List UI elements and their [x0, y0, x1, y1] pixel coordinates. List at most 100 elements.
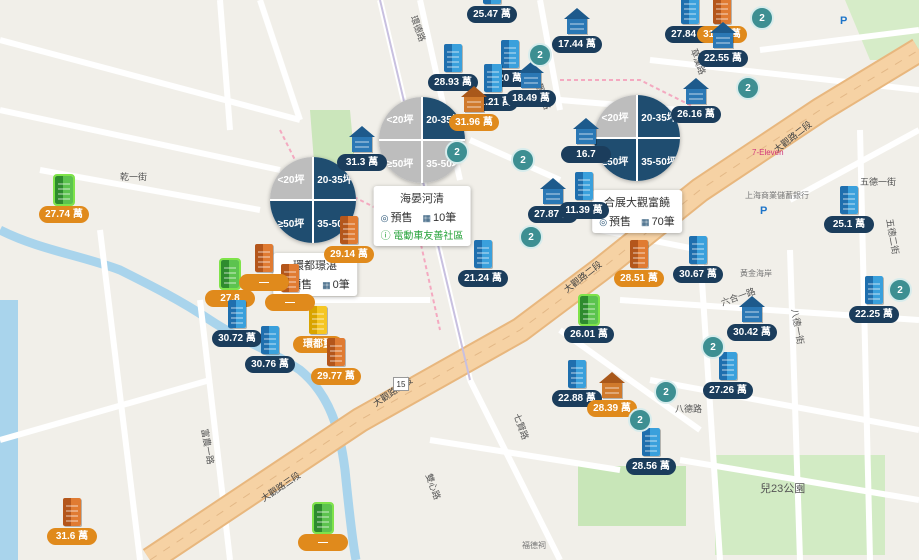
building-icon — [327, 338, 345, 366]
listing-pin[interactable]: 28.39 萬 — [587, 372, 637, 417]
price-label: 21.24 萬 — [458, 270, 508, 287]
cluster-marker[interactable]: 2 — [445, 140, 469, 164]
building-icon — [642, 428, 660, 456]
price-label: 27.26 萬 — [703, 382, 753, 399]
listing-pin[interactable]: 31.6 萬 — [47, 498, 97, 545]
parking-icon-2[interactable]: P — [760, 205, 772, 217]
price-label: 26.01 萬 — [564, 326, 614, 343]
building-icon — [578, 294, 600, 326]
price-label: 26.16 萬 — [671, 106, 721, 123]
project-title: 合展大觀富饒 — [604, 197, 670, 209]
info-icon: ⓘ — [380, 231, 394, 242]
price-label: — — [239, 274, 289, 291]
building-icon — [483, 0, 501, 4]
building-icon — [568, 360, 586, 388]
building-icon — [710, 22, 736, 48]
listing-pin[interactable]: 27.26 萬 — [703, 352, 753, 399]
price-label: 17.44 萬 — [552, 36, 602, 53]
cluster-marker[interactable]: 2 — [701, 335, 725, 359]
building-icon — [573, 118, 599, 144]
cluster-marker[interactable]: 2 — [736, 76, 760, 100]
listing-pin[interactable]: 18.49 萬 — [506, 62, 556, 107]
building-icon — [261, 326, 279, 354]
building-icon — [340, 216, 358, 244]
project-card[interactable]: 海晏河清 ◎ 預售 ▦ 10筆 ⓘ 電動車友善社區 — [373, 186, 471, 246]
cluster-marker[interactable]: 2 — [528, 43, 552, 67]
cluster-marker[interactable]: 2 — [511, 148, 535, 172]
price-label: 29.77 萬 — [311, 368, 361, 385]
listing-pin[interactable]: 11.39 萬 — [559, 172, 609, 219]
listing-pin[interactable]: 28.56 萬 — [626, 428, 676, 475]
building-icon — [719, 352, 737, 380]
listing-pin[interactable]: 30.42 萬 — [727, 296, 777, 341]
listing-pin[interactable]: 26.01 萬 — [564, 294, 614, 343]
listing-pin[interactable]: 29.14 萬 — [324, 216, 374, 263]
price-label: 31.3 萬 — [337, 154, 387, 171]
listing-pin[interactable]: 29.77 萬 — [311, 338, 361, 385]
building-icon — [461, 86, 487, 112]
711-label: 7-Eleven — [752, 148, 784, 157]
listing-pin[interactable]: — — [298, 502, 348, 551]
price-label: 28.51 萬 — [614, 270, 664, 287]
price-label: 22.55 萬 — [698, 50, 748, 67]
listing-pin[interactable]: 25.47 萬 — [467, 0, 517, 23]
price-label: — — [298, 534, 348, 551]
listing-pin[interactable]: 26.16 萬 — [671, 78, 721, 123]
listing-pin[interactable]: 16.7 — [561, 118, 611, 163]
building-icon — [599, 372, 625, 398]
building-icon — [689, 236, 707, 264]
project-units: 10筆 — [432, 212, 457, 224]
building-icon — [63, 498, 81, 526]
listing-pin[interactable]: 31.3 萬 — [337, 126, 387, 171]
building-icon: ▦ — [422, 213, 431, 223]
project-status: 預售 — [390, 212, 413, 224]
price-label: 18.49 萬 — [506, 90, 556, 107]
price-label: 30.42 萬 — [727, 324, 777, 341]
building-icon — [564, 8, 590, 34]
listing-pin[interactable]: 27.74 萬 — [39, 174, 89, 223]
listing-pin[interactable]: 22.55 萬 — [698, 22, 748, 67]
park-label: 兒23公園 — [760, 483, 806, 495]
cluster-marker[interactable]: 2 — [654, 380, 678, 404]
listing-pin[interactable]: 21.24 萬 — [458, 240, 508, 287]
cluster-marker[interactable]: 2 — [628, 408, 652, 432]
listing-pin[interactable]: 28.51 萬 — [614, 240, 664, 287]
building-icon — [683, 78, 709, 104]
parking-icon[interactable]: P — [840, 15, 852, 27]
building-icon — [739, 296, 765, 322]
price-label: 31.96 萬 — [449, 114, 499, 131]
street-label-eight: 八德路 — [675, 404, 703, 414]
building-icon — [349, 126, 375, 152]
cluster-marker[interactable]: 2 — [519, 225, 543, 249]
temple-label: 福德祠 — [522, 541, 546, 550]
listing-pin[interactable]: — — [239, 244, 289, 291]
building-icon — [518, 62, 544, 88]
listing-pin[interactable]: 30.76 萬 — [245, 326, 295, 373]
bank-label: 上海商業儲蓄銀行 — [745, 191, 809, 200]
price-label: 25.47 萬 — [467, 6, 517, 23]
building-icon — [840, 186, 858, 214]
building-icon: ▦ — [322, 280, 331, 290]
project-units: 0筆 — [332, 279, 350, 291]
price-label: 30.67 萬 — [673, 266, 723, 283]
price-label: 25.1 萬 — [824, 216, 874, 233]
cluster-marker[interactable]: 2 — [750, 6, 774, 30]
price-label: 16.7 — [561, 146, 611, 163]
building-icon — [53, 174, 75, 206]
price-label: 31.6 萬 — [47, 528, 97, 545]
building-icon — [865, 276, 883, 304]
listing-pin[interactable]: 30.67 萬 — [673, 236, 723, 283]
project-status: 預售 — [609, 216, 632, 228]
project-units: 70筆 — [651, 216, 675, 228]
listing-pin[interactable]: 31.96 萬 — [449, 86, 499, 131]
cluster-marker[interactable]: 2 — [888, 278, 912, 302]
building-icon — [575, 172, 593, 200]
building-icon — [228, 300, 246, 328]
building-icon — [255, 244, 273, 272]
listing-pin[interactable]: 25.1 萬 — [824, 186, 874, 233]
street-label-qianyi: 乾一街 — [120, 172, 148, 182]
poi-label: 黃金海岸 — [740, 269, 772, 278]
listing-pin[interactable]: 17.44 萬 — [552, 8, 602, 53]
price-label: 28.56 萬 — [626, 458, 676, 475]
price-label: 22.25 萬 — [849, 306, 899, 323]
